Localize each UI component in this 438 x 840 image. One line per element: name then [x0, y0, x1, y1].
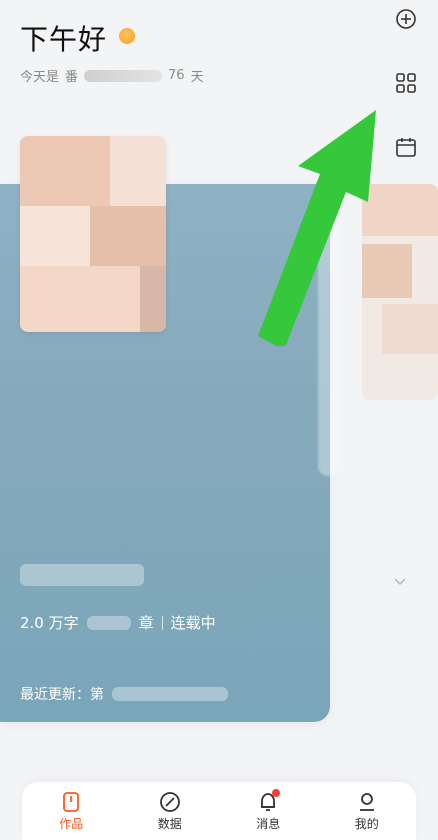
day-count-number: 76 [168, 68, 185, 83]
cover-block [20, 266, 140, 332]
annotation-arrow-icon [258, 110, 376, 346]
day-count-prefix: 今天是 [20, 70, 60, 85]
word-count: 2.0 万字 [20, 614, 79, 632]
chapter-char: 章 [138, 614, 154, 632]
cover-block [20, 206, 90, 266]
day-count-fragment: 番 [65, 70, 79, 85]
grid-icon[interactable] [393, 70, 419, 96]
cover-block [20, 136, 110, 206]
blurred-text [84, 69, 163, 82]
greeting-row: 下午好 [20, 18, 204, 58]
tab-label: 消息 [256, 816, 281, 831]
greeting-header: 下午好 今天是 番 76 天 [20, 18, 204, 85]
serial-status: 连载中 [170, 614, 216, 632]
tab-label: 作品 [59, 816, 84, 831]
latest-update-prefix: 最近更新：第 [20, 687, 104, 703]
latest-update: 最近更新：第 [20, 684, 228, 704]
works-icon [63, 791, 80, 812]
meta-divider [161, 615, 163, 630]
notification-badge [272, 788, 281, 797]
calendar-icon[interactable] [393, 134, 419, 160]
cover-block [110, 136, 166, 206]
tab-label: 数据 [157, 816, 182, 831]
work-title-blurred [20, 564, 144, 586]
tab-label: 我的 [354, 816, 379, 831]
greeting-text: 下午好 [20, 23, 108, 56]
tab-data[interactable]: 数据 [158, 791, 182, 832]
blurred-cover [382, 304, 438, 354]
day-count-suffix: 天 [190, 70, 204, 85]
work-meta: 2.0 万字 章 连载中 [20, 612, 216, 633]
chevron-down-icon[interactable] [392, 574, 408, 590]
work-cover[interactable] [20, 136, 166, 332]
cover-block [90, 206, 166, 266]
tab-profile[interactable]: 我的 [355, 791, 379, 832]
right-toolbar [392, 6, 420, 160]
cover-block [140, 266, 166, 332]
bottom-tab-bar: 作品 数据 消息 我的 [22, 782, 416, 840]
user-icon [359, 792, 374, 811]
tab-messages[interactable]: 消息 [256, 788, 281, 832]
blurred-text [86, 615, 131, 630]
blurred-text [112, 687, 228, 701]
plus-circle-icon[interactable] [393, 6, 419, 32]
sun-icon [119, 28, 136, 44]
compass-icon [159, 791, 180, 812]
day-count-line: 今天是 番 76 天 [20, 66, 204, 85]
tab-works[interactable]: 作品 [59, 791, 83, 832]
